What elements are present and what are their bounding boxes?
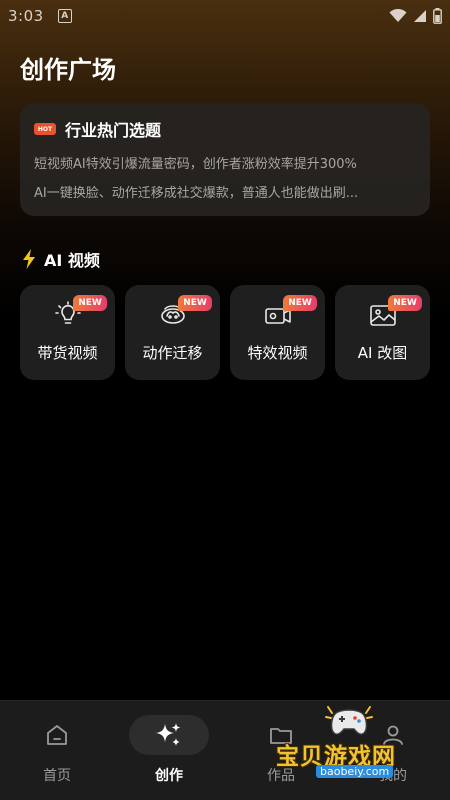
- tool-ai-image-edit[interactable]: NEW AI 改图: [335, 285, 430, 380]
- tool-effect-video[interactable]: NEW 特效视频: [230, 285, 325, 380]
- signal-icon: [414, 10, 426, 22]
- page-title: 创作广场: [20, 56, 116, 84]
- nav-create[interactable]: 创作: [113, 701, 225, 800]
- watermark-url: baobeiy.com: [316, 765, 394, 778]
- lightning-icon: [23, 249, 35, 269]
- nav-icon-container: [17, 715, 97, 755]
- topic-line: 短视频AI特效引爆流量密码，创作者涨粉效率提升300%: [34, 157, 357, 172]
- ai-video-tools: NEW 带货视频 NEW 动作迁移 NEW 特效视频 NEW AI 改图: [20, 285, 430, 380]
- section-title: AI 视频: [44, 251, 100, 270]
- hot-topic-card[interactable]: HOT 行业热门选题 短视频AI特效引爆流量密码，创作者涨粉效率提升300% A…: [20, 103, 430, 216]
- tool-product-video[interactable]: NEW 带货视频: [20, 285, 115, 380]
- status-bar: 3:03 A: [0, 0, 450, 32]
- tool-label: 特效视频: [247, 344, 308, 362]
- nav-icon-container: [129, 715, 209, 755]
- nav-home[interactable]: 首页: [1, 701, 113, 800]
- watermark: 宝贝游戏网 baobeiy.com: [272, 703, 422, 785]
- hot-badge: HOT: [34, 123, 56, 135]
- gamepad-icon: [325, 706, 373, 735]
- sparkle-icon: [156, 723, 181, 746]
- app-screen: 3:03 A 创作广场 HOT 行业热门选题 短视频AI特效引爆流量密码，创作者…: [0, 0, 450, 800]
- notification-icon: A: [57, 9, 72, 23]
- new-badge: NEW: [283, 295, 317, 311]
- nav-label: 创作: [155, 768, 183, 784]
- new-badge: NEW: [388, 295, 422, 311]
- topic-line: AI一键换脸、动作迁移成社交爆款，普通人也能做出刷...: [34, 186, 359, 201]
- wifi-icon: [389, 9, 407, 22]
- battery-icon: [433, 8, 442, 24]
- tool-label: AI 改图: [357, 344, 408, 362]
- topic-header: HOT 行业热门选题: [34, 117, 416, 141]
- status-time: 3:03: [8, 7, 44, 25]
- topic-title: 行业热门选题: [65, 121, 162, 140]
- home-icon: [47, 725, 67, 745]
- tool-label: 带货视频: [37, 344, 98, 362]
- status-icons: [389, 8, 442, 24]
- tool-motion-transfer[interactable]: NEW 动作迁移: [125, 285, 220, 380]
- nav-label: 首页: [43, 768, 71, 784]
- section-header-ai-video: AI 视频: [22, 247, 100, 271]
- tool-label: 动作迁移: [142, 344, 203, 362]
- new-badge: NEW: [73, 295, 107, 311]
- new-badge: NEW: [178, 295, 212, 311]
